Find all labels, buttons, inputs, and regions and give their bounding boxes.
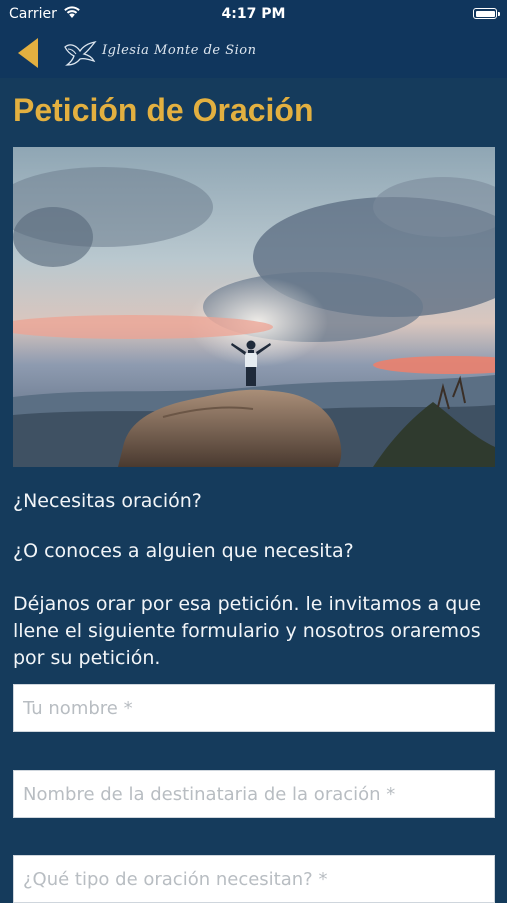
logo-text: Iglesia Monte de Sion (102, 43, 257, 58)
invitation-text: Déjanos orar por esa petición. le invita… (13, 593, 482, 669)
recipient-name-input[interactable] (13, 770, 495, 818)
prayer-type-input[interactable] (13, 855, 495, 903)
status-time: 4:17 PM (221, 6, 286, 22)
status-bar: Carrier 4:17 PM (0, 0, 507, 28)
dove-logo-icon (64, 41, 97, 66)
page-content: Petición de Oración ¿Necesitas oración? … (0, 78, 507, 903)
question-need-prayer: ¿Necesitas oración? (13, 490, 202, 512)
hero-image (13, 147, 495, 467)
battery-icon (473, 8, 500, 19)
question-know-someone: ¿O conoces a alguien que necesita? (13, 540, 354, 562)
navigation-bar: Iglesia Monte de Sion (0, 28, 507, 78)
page-title: Petición de Oración (13, 92, 314, 128)
back-button[interactable] (14, 36, 44, 70)
chevron-left-icon (18, 38, 38, 68)
church-logo: Iglesia Monte de Sion (62, 37, 256, 69)
name-input[interactable] (13, 684, 495, 732)
